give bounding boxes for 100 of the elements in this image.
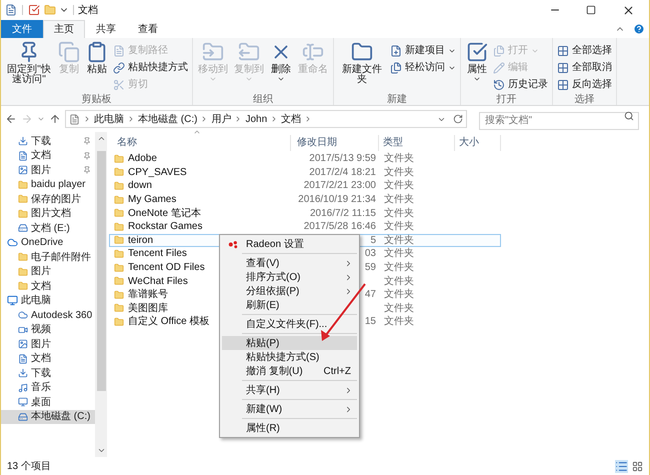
checkbox-icon[interactable] bbox=[28, 4, 40, 16]
breadcrumb-item[interactable]: 用户 bbox=[211, 112, 232, 126]
folder-icon bbox=[114, 235, 124, 246]
ribbon-button[interactable]: 固定到"快速访问" bbox=[4, 38, 54, 93]
ribbon-button[interactable]: 轻松访问 bbox=[389, 59, 457, 76]
pin-icon bbox=[83, 166, 91, 174]
ribbon-button[interactable]: 全部选择 bbox=[556, 42, 613, 59]
nav-item[interactable]: 视频 bbox=[1, 322, 95, 337]
nav-item-icon bbox=[18, 165, 28, 176]
nav-item[interactable]: 电子邮件附件 bbox=[1, 250, 95, 264]
details-view-icon[interactable] bbox=[615, 460, 628, 472]
nav-item[interactable]: baidu player bbox=[1, 178, 95, 192]
menu-item[interactable]: 新建(W) bbox=[222, 402, 357, 416]
ribbon-button[interactable]: 粘贴 bbox=[84, 38, 110, 93]
breadcrumb-item[interactable]: 此电脑 bbox=[94, 112, 124, 126]
ribbon-button-icon bbox=[302, 41, 324, 63]
breadcrumb-item[interactable]: 文档 bbox=[281, 112, 302, 126]
menu-item[interactable]: 撤消 复制(U) Ctrl+Z bbox=[222, 364, 357, 378]
nav-item[interactable]: 文档 (E:) bbox=[1, 221, 95, 236]
nav-item[interactable]: Autodesk 360 bbox=[1, 308, 95, 322]
nav-item[interactable]: 文档 bbox=[1, 148, 95, 163]
ribbon-tab[interactable]: 共享 bbox=[85, 20, 127, 38]
menu-item[interactable]: 刷新(E) bbox=[222, 298, 357, 312]
nav-item[interactable]: 音乐 bbox=[1, 380, 95, 395]
scrollbar[interactable] bbox=[95, 132, 107, 457]
ribbon-button[interactable]: 全部取消 bbox=[556, 59, 613, 76]
ribbon-button[interactable]: 历史记录 bbox=[492, 76, 549, 93]
close-icon[interactable] bbox=[622, 4, 635, 16]
nav-item[interactable]: 下载 bbox=[1, 366, 95, 380]
search-icon bbox=[624, 111, 634, 121]
date-cell-text: 2017/2/4 18:21 bbox=[309, 166, 376, 180]
nav-item[interactable]: 文档 bbox=[1, 279, 95, 294]
nav-item[interactable]: 文档 bbox=[1, 352, 95, 366]
nav-item-icon bbox=[18, 266, 28, 277]
type-cell: 文件夹 bbox=[384, 208, 414, 219]
nav-section-item[interactable]: 此电脑 bbox=[1, 294, 95, 308]
nav-item[interactable]: 图片 bbox=[1, 264, 95, 279]
file-name: Tencent OD Files bbox=[128, 261, 205, 276]
refresh-icon[interactable] bbox=[453, 114, 463, 124]
type-cell: 文件夹 bbox=[384, 262, 414, 274]
ribbon-button[interactable]: 删除 bbox=[268, 38, 294, 93]
ribbon-button[interactable]: 属性 bbox=[464, 38, 490, 93]
ribbon-button[interactable]: 粘贴快捷方式 bbox=[112, 59, 189, 76]
back-icon[interactable] bbox=[5, 113, 17, 125]
menu-item[interactable]: 自定义文件夹(F)... bbox=[222, 317, 357, 331]
file-name: Rockstar Games bbox=[128, 220, 202, 234]
menu-item[interactable]: 属性(R) bbox=[222, 421, 357, 435]
up-icon[interactable] bbox=[49, 113, 61, 125]
dropdown-caret-icon bbox=[277, 75, 285, 83]
status-text: 13 个项目 bbox=[7, 460, 51, 474]
breadcrumb-item[interactable]: John bbox=[245, 112, 268, 126]
recent-locations-icon[interactable] bbox=[37, 115, 45, 123]
submenu-chevron-icon bbox=[344, 386, 353, 394]
file-name: Tencent Files bbox=[128, 247, 187, 262]
ribbon-button[interactable]: 新建项目 bbox=[389, 42, 457, 59]
ribbon-tab[interactable]: 主页 bbox=[43, 20, 85, 38]
ribbon-tab[interactable]: 查看 bbox=[127, 20, 169, 38]
scrollbar-thumb[interactable] bbox=[96, 151, 106, 391]
nav-item-icon bbox=[18, 310, 28, 320]
column-header[interactable]: 类型 bbox=[379, 135, 455, 151]
ribbon-button[interactable]: 新建文件夹 bbox=[337, 38, 387, 93]
menu-item[interactable]: 排序方式(O) bbox=[222, 270, 357, 284]
ribbon-button[interactable]: 反向选择 bbox=[556, 76, 613, 93]
tiles-view-icon[interactable] bbox=[632, 460, 643, 472]
column-header[interactable]: 修改日期 bbox=[291, 135, 379, 151]
menu-item[interactable]: 分组依据(P) bbox=[222, 284, 357, 298]
column-header[interactable]: 名称 bbox=[109, 135, 291, 151]
ribbon-tab[interactable]: 文件 bbox=[1, 20, 43, 38]
breadcrumb-item[interactable]: 本地磁盘 (C:) bbox=[138, 112, 198, 126]
sort-caret-icon bbox=[193, 128, 201, 136]
address-bar[interactable]: 此电脑 本地磁盘 (C:) 用户 John 文档 bbox=[65, 110, 467, 128]
nav-item[interactable]: 图片 bbox=[1, 163, 95, 178]
nav-item[interactable]: 图片文档 bbox=[1, 206, 95, 221]
scroll-up-icon[interactable] bbox=[96, 134, 106, 143]
nav-item[interactable]: 下载 bbox=[1, 134, 95, 148]
nav-item[interactable]: 本地磁盘 (C:) bbox=[1, 410, 95, 424]
ribbon-button-icon bbox=[238, 41, 260, 63]
menu-item[interactable]: 粘贴快捷方式(S) bbox=[222, 350, 357, 364]
file-name: WeChat Files bbox=[128, 274, 188, 288]
search-field[interactable]: 搜索"文档" bbox=[479, 112, 639, 130]
menu-item[interactable]: 查看(V) bbox=[222, 256, 357, 270]
nav-item[interactable]: 桌面 bbox=[1, 395, 95, 410]
help-icon[interactable] bbox=[633, 23, 645, 35]
date-cell-text: 03 bbox=[364, 247, 376, 262]
menu-item[interactable]: Radeon 设置 bbox=[222, 237, 357, 251]
column-header[interactable]: 大小 bbox=[455, 135, 501, 151]
ribbon-button-icon bbox=[202, 41, 224, 63]
file-name: CPY_SAVES bbox=[128, 166, 187, 180]
file-name: 美图图库 bbox=[128, 302, 168, 316]
nav-section-item[interactable]: OneDrive bbox=[1, 236, 95, 250]
maximize-icon[interactable] bbox=[586, 5, 596, 15]
menu-item[interactable]: 粘贴(P) bbox=[222, 336, 357, 350]
nav-item[interactable]: 保存的图片 bbox=[1, 192, 95, 206]
menu-item[interactable]: 共享(H) bbox=[222, 383, 357, 397]
date-cell-text: 47 bbox=[364, 288, 376, 302]
type-cell: 文件夹 bbox=[384, 153, 414, 164]
nav-item[interactable]: 图片 bbox=[1, 337, 95, 352]
ribbon-group-label: 组织 bbox=[253, 93, 273, 107]
scroll-down-icon[interactable] bbox=[96, 446, 106, 455]
date-cell-text: 15 bbox=[364, 315, 376, 330]
